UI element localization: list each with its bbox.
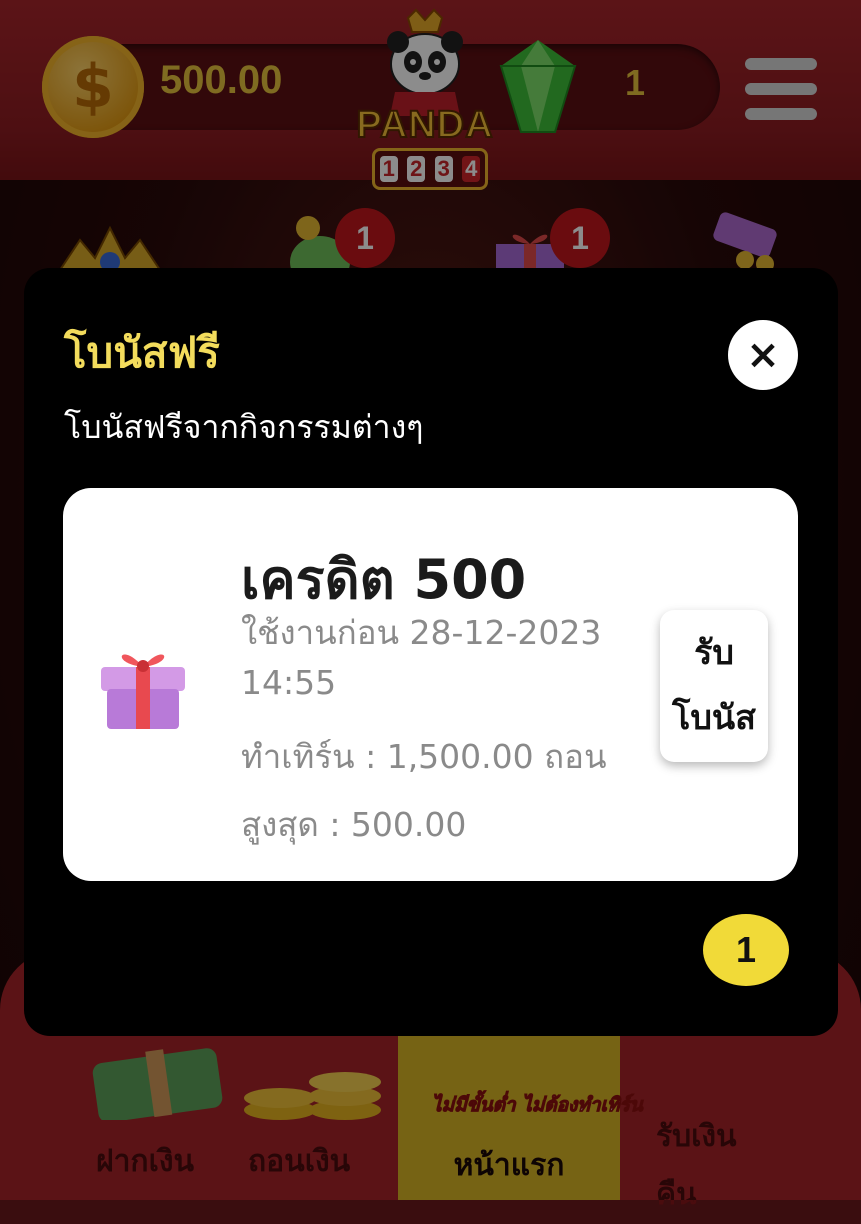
bonus-expiry-time: 14:55	[241, 663, 337, 702]
page-indicator-badge[interactable]: 1	[703, 914, 789, 986]
claim-bonus-button[interactable]: รับ โบนัส	[660, 610, 768, 762]
modal-title: โบนัสฟรี	[64, 328, 220, 377]
bonus-card: เครดิต 500 ใช้งานก่อน 28-12-2023 14:55 ท…	[63, 488, 798, 881]
bonus-max: สูงสุด : 500.00	[241, 805, 467, 844]
bonus-turnover: ทำเทิร์น : 1,500.00 ถอน	[241, 737, 607, 776]
claim-bonus-label-1: รับ	[694, 633, 734, 674]
close-button[interactable]: ×	[728, 320, 798, 390]
free-bonus-modal: โบนัสฟรี × โบนัสฟรีจากกิจกรรมต่างๆ เครดิ…	[24, 268, 838, 1036]
claim-bonus-label-2: โบนัส	[672, 698, 756, 738]
gift-icon	[101, 654, 185, 729]
modal-subtitle: โบนัสฟรีจากกิจกรรมต่างๆ	[64, 408, 424, 446]
bonus-expiry-date: ใช้งานก่อน 28-12-2023	[241, 613, 602, 652]
